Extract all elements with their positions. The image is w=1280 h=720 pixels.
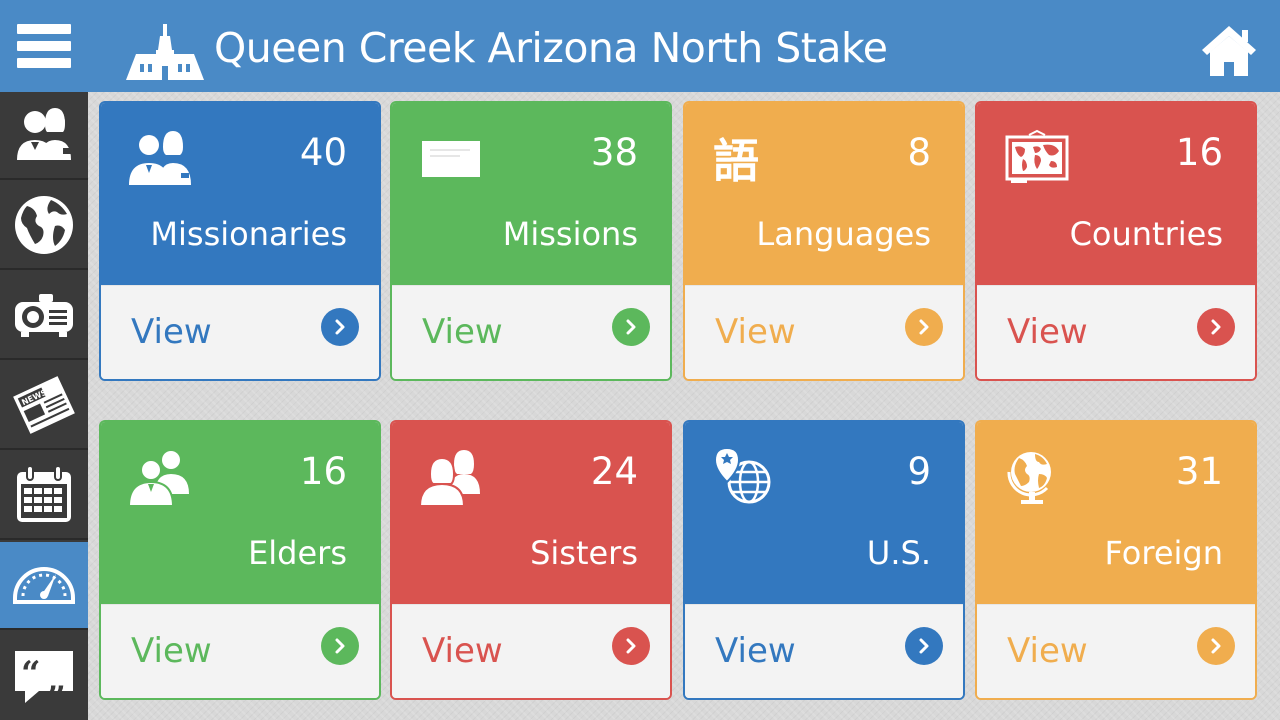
- card-footer[interactable]: View: [977, 604, 1255, 698]
- chevron-right-icon[interactable]: [1197, 627, 1235, 665]
- card-header: 9 U.S.: [685, 422, 963, 604]
- languages-icon: 語: [713, 134, 759, 187]
- sidebar-item-people[interactable]: [0, 92, 88, 180]
- dashboard-icon: [13, 567, 75, 604]
- card-header: 31 Foreign: [977, 422, 1255, 604]
- us-globe-pin-icon: [713, 448, 771, 504]
- card-count: 38: [590, 131, 638, 174]
- card-header: 16 Elders: [101, 422, 379, 604]
- card-header: 語 8 Languages: [685, 103, 963, 285]
- sidebar-item-dashboard[interactable]: [0, 542, 88, 630]
- globe-icon: [15, 196, 73, 254]
- card-footer[interactable]: View: [685, 285, 963, 379]
- people-icon: [17, 108, 71, 160]
- sisters-icon: [420, 450, 480, 506]
- card-footer[interactable]: View: [977, 285, 1255, 379]
- missions-icon: [422, 141, 480, 177]
- card-label: Elders: [248, 534, 347, 572]
- card-footer[interactable]: View: [101, 604, 379, 698]
- missionaries-icon: [129, 131, 191, 185]
- card-label: Missions: [502, 215, 638, 253]
- card-header: 16 Countries: [977, 103, 1255, 285]
- missions-card[interactable]: 38 Missions View: [390, 101, 672, 381]
- elders-icon: [129, 451, 189, 506]
- foreign-globe-icon: [1007, 452, 1051, 504]
- church-icon: [126, 24, 204, 80]
- card-header: 40 Missionaries: [101, 103, 379, 285]
- dashboard-grid: 40 Missionaries View 38 Missions View 語 …: [88, 92, 1280, 720]
- news-icon: NEWS: [11, 374, 77, 436]
- card-count: 40: [299, 131, 347, 174]
- countries-card[interactable]: 16 Countries View: [975, 101, 1257, 381]
- view-link[interactable]: View: [131, 631, 212, 671]
- card-count: 31: [1175, 450, 1223, 493]
- card-label: Foreign: [1104, 534, 1223, 572]
- page-title: Queen Creek Arizona North Stake: [214, 24, 888, 72]
- us-card[interactable]: 9 U.S. View: [683, 420, 965, 700]
- card-footer[interactable]: View: [101, 285, 379, 379]
- card-count: 16: [1175, 131, 1223, 174]
- elders-card[interactable]: 16 Elders View: [99, 420, 381, 700]
- chevron-right-icon[interactable]: [612, 308, 650, 346]
- card-label: Sisters: [530, 534, 638, 572]
- quote-icon: “ „: [15, 651, 73, 703]
- view-link[interactable]: View: [1007, 312, 1088, 352]
- chevron-right-icon[interactable]: [321, 627, 359, 665]
- svg-text:語: 語: [713, 134, 759, 187]
- sidebar-item-news[interactable]: NEWS: [0, 362, 88, 450]
- sidebar: NEWS “ „: [0, 0, 88, 720]
- card-count: 16: [299, 450, 347, 493]
- card-label: Missionaries: [150, 215, 347, 253]
- card-footer[interactable]: View: [392, 604, 670, 698]
- calendar-icon: [17, 465, 71, 522]
- chevron-right-icon[interactable]: [905, 627, 943, 665]
- menu-button[interactable]: [0, 0, 88, 92]
- card-header: 24 Sisters: [392, 422, 670, 604]
- header: Queen Creek Arizona North Stake: [88, 0, 1280, 92]
- chevron-right-icon[interactable]: [1197, 308, 1235, 346]
- view-link[interactable]: View: [1007, 631, 1088, 671]
- hamburger-icon: [17, 24, 71, 68]
- view-link[interactable]: View: [131, 312, 212, 352]
- sidebar-item-quotes[interactable]: “ „: [0, 632, 88, 720]
- card-count: 8: [907, 131, 931, 174]
- sidebar-item-calendar[interactable]: [0, 452, 88, 540]
- card-count: 24: [590, 450, 638, 493]
- countries-map-icon: [1005, 129, 1069, 183]
- chevron-right-icon[interactable]: [321, 308, 359, 346]
- chevron-right-icon[interactable]: [612, 627, 650, 665]
- card-footer[interactable]: View: [392, 285, 670, 379]
- card-header: 38 Missions: [392, 103, 670, 285]
- view-link[interactable]: View: [715, 631, 796, 671]
- svg-text:„: „: [47, 660, 67, 700]
- projector-icon: [15, 294, 73, 337]
- card-label: Languages: [756, 215, 931, 253]
- card-footer[interactable]: View: [685, 604, 963, 698]
- missionaries-card[interactable]: 40 Missionaries View: [99, 101, 381, 381]
- svg-text:“: “: [21, 654, 41, 694]
- languages-card[interactable]: 語 8 Languages View: [683, 101, 965, 381]
- view-link[interactable]: View: [422, 312, 503, 352]
- chevron-right-icon[interactable]: [905, 308, 943, 346]
- sisters-card[interactable]: 24 Sisters View: [390, 420, 672, 700]
- card-label: Countries: [1069, 215, 1223, 253]
- home-icon[interactable]: [1200, 24, 1258, 78]
- foreign-card[interactable]: 31 Foreign View: [975, 420, 1257, 700]
- view-link[interactable]: View: [715, 312, 796, 352]
- sidebar-item-globe[interactable]: [0, 182, 88, 270]
- sidebar-item-projector[interactable]: [0, 272, 88, 360]
- view-link[interactable]: View: [422, 631, 503, 671]
- card-count: 9: [907, 450, 931, 493]
- card-label: U.S.: [866, 534, 931, 572]
